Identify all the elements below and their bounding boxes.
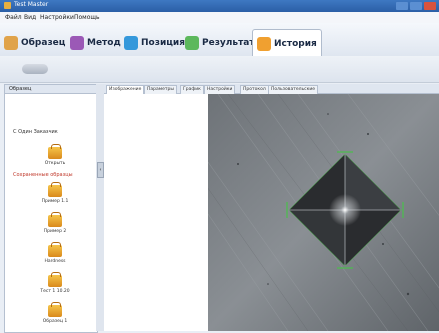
sample-icon	[4, 36, 18, 50]
subtab-bar: Изображение Параметры График Настройки П…	[104, 84, 439, 94]
subtab-params[interactable]: Параметры	[144, 85, 177, 94]
subtab-custom[interactable]: Пользовательские	[268, 85, 319, 94]
app-icon	[4, 2, 11, 9]
ribbon: Образец Метод Позиция Результат История	[0, 23, 439, 57]
list-item[interactable]: Тест 1 10.20	[35, 272, 75, 294]
close-button[interactable]	[424, 2, 436, 10]
menu-help[interactable]: Помощь	[74, 14, 100, 21]
section-customer: С Один Заказчик	[13, 129, 58, 135]
title-bar: Test Master	[0, 0, 439, 12]
list-item[interactable]: Образец 1	[35, 302, 75, 324]
method-icon	[70, 36, 84, 50]
menu-settings[interactable]: Настройки	[40, 14, 74, 21]
window-title: Test Master	[14, 1, 49, 8]
list-item[interactable]: Пример 1.1	[35, 182, 75, 204]
collapse-handle[interactable]: ‹	[97, 162, 104, 178]
subtab-graph[interactable]: График	[180, 85, 204, 94]
panel-header: Образец	[5, 85, 97, 94]
list-item[interactable]: Hardness	[35, 242, 75, 264]
sample-item-icon	[48, 182, 62, 197]
image-view	[104, 94, 439, 331]
tab-history[interactable]: История	[252, 29, 322, 57]
history-icon	[257, 36, 271, 51]
open-item[interactable]: Открыть	[35, 144, 75, 166]
list-item[interactable]: Пример 2	[35, 212, 75, 234]
result-icon	[185, 36, 199, 50]
indentation-image[interactable]	[208, 94, 439, 331]
subtab-report[interactable]: Протокол	[240, 85, 269, 94]
tab-position[interactable]: Позиция	[124, 33, 185, 53]
subtab-settings[interactable]: Настройки	[204, 85, 236, 94]
sample-item-icon	[48, 272, 62, 287]
tab-result[interactable]: Результат	[185, 33, 255, 53]
toolbar	[0, 56, 439, 83]
subtab-image[interactable]: Изображение	[106, 85, 145, 94]
maximize-button[interactable]	[410, 2, 422, 10]
tab-sample[interactable]: Образец	[4, 33, 65, 53]
sample-panel: Образец С Один Заказчик Открыть Сохранен…	[4, 84, 98, 333]
back-button[interactable]	[22, 64, 48, 74]
sample-item-icon	[48, 242, 62, 257]
sample-item-icon	[48, 212, 62, 227]
position-icon	[124, 36, 138, 50]
menu-view[interactable]: Вид	[24, 14, 36, 21]
sample-item-icon	[48, 302, 62, 317]
minimize-button[interactable]	[396, 2, 408, 10]
folder-icon	[48, 144, 62, 159]
tab-method[interactable]: Метод	[70, 33, 121, 53]
menu-file[interactable]: Файл	[5, 14, 22, 21]
section-saved: Сохраненные образцы	[13, 172, 73, 178]
